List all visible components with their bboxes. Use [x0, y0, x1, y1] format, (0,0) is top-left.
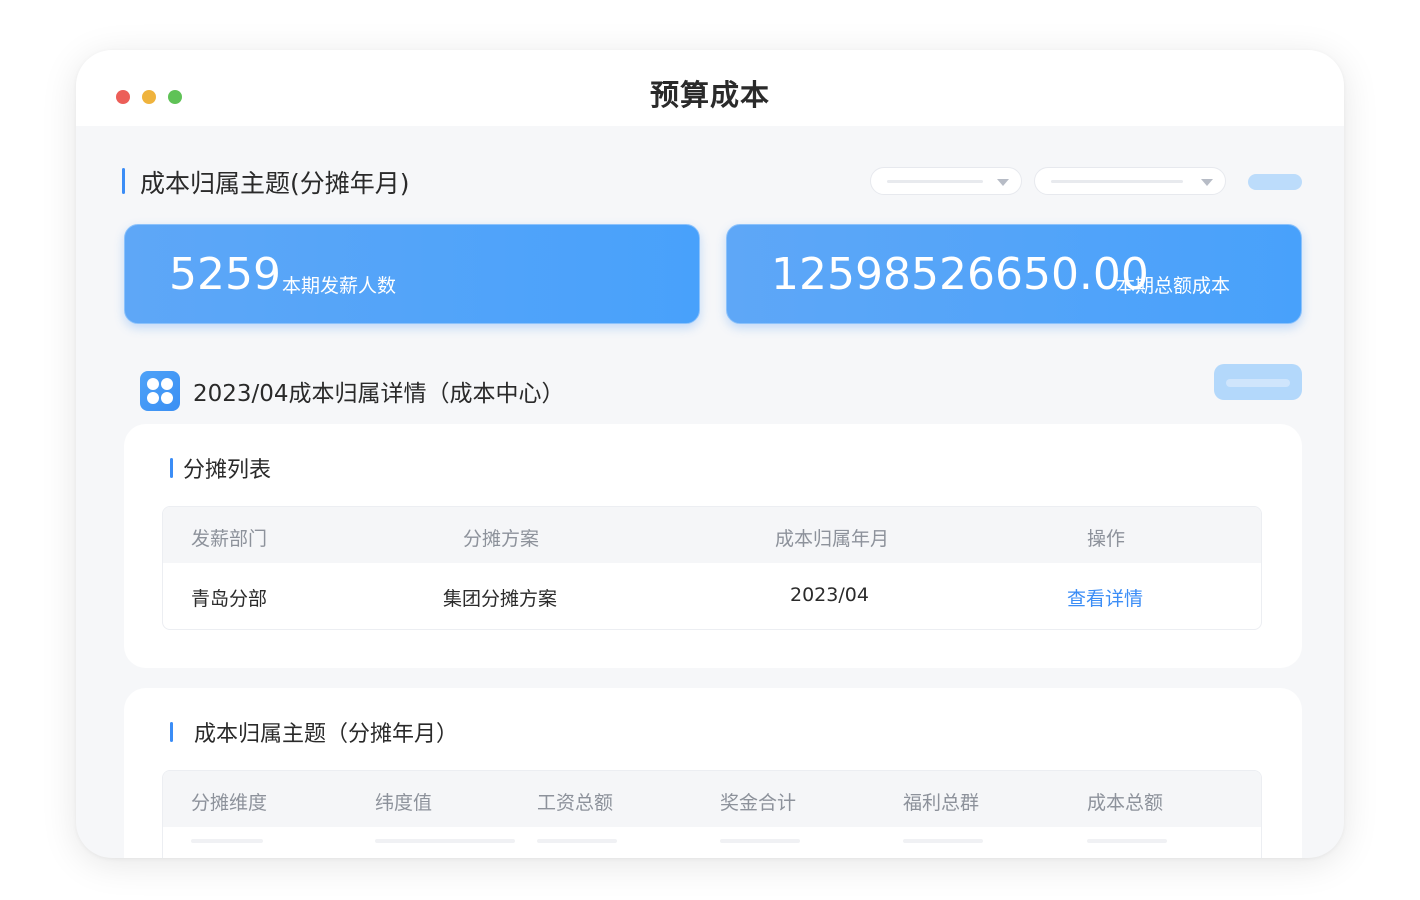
section-marker: [170, 458, 173, 478]
column-header: 工资总额: [537, 792, 614, 814]
filter-select-1[interactable]: [870, 167, 1022, 195]
table-row: [163, 833, 1261, 858]
window-title: 预算成本: [649, 78, 770, 112]
attribution-title: 成本归属主题（分摊年月）: [194, 722, 459, 747]
kpi-label: 本期总额成本: [1116, 275, 1231, 297]
cell-department: 青岛分部: [191, 588, 268, 610]
allocation-table: 发薪部门 分摊方案 成本归属年月 操作 青岛分部 集团分摊方案 2023/04 …: [162, 506, 1262, 630]
view-details-link[interactable]: 查看详情: [1067, 584, 1143, 611]
detail-title: 2023/04成本归属详情（成本中心）: [193, 381, 565, 407]
filter-placeholder: [887, 180, 983, 183]
column-header: 成本归属年月: [775, 528, 890, 550]
attribution-card: 成本归属主题（分摊年月） 分摊维度 纬度值 工资总额 奖金合计 福利总群 成本总…: [124, 688, 1302, 858]
column-header: 分摊方案: [463, 528, 540, 550]
cell-scheme: 集团分摊方案: [443, 588, 558, 610]
column-header: 分摊维度: [191, 792, 268, 814]
column-header: 成本总额: [1087, 792, 1164, 814]
kpi-card-headcount: 5259 本期发薪人数: [124, 224, 700, 324]
section-marker: [170, 722, 173, 742]
kpi-label: 本期发薪人数: [282, 275, 397, 297]
app-window: 预算成本 成本归属主题(分摊年月) 5259 本期发薪人数 1259852665…: [76, 50, 1344, 858]
table-header: 分摊维度 纬度值 工资总额 奖金合计 福利总群 成本总额: [163, 771, 1261, 827]
kpi-card-total-cost: 12598526650.00 本期总额成本: [726, 224, 1302, 324]
table-row: 青岛分部 集团分摊方案 2023/04 查看详情: [163, 563, 1261, 629]
attribution-table: 分摊维度 纬度值 工资总额 奖金合计 福利总群 成本总额: [162, 770, 1262, 858]
filter-select-2[interactable]: [1034, 167, 1226, 195]
section-marker: [122, 168, 125, 194]
table-header: 发薪部门 分摊方案 成本归属年月 操作: [163, 507, 1261, 563]
column-header: 纬度值: [375, 792, 433, 814]
chevron-down-icon: [997, 179, 1009, 186]
section-title: 成本归属主题(分摊年月): [140, 169, 410, 198]
button-placeholder: [1226, 379, 1290, 387]
column-header: 奖金合计: [720, 792, 797, 814]
column-header: 发薪部门: [191, 528, 268, 550]
clover-grid-icon: [140, 371, 180, 411]
column-header: 福利总群: [903, 792, 980, 814]
allocation-list-card: 分摊列表 发薪部门 分摊方案 成本归属年月 操作 青岛分部 集团分摊方案 202…: [124, 424, 1302, 668]
kpi-value: 12598526650.00: [771, 249, 1149, 300]
title-bar: 预算成本: [76, 50, 1344, 126]
filter-placeholder: [1051, 180, 1183, 183]
allocation-list-title: 分摊列表: [183, 458, 272, 483]
kpi-value: 5259: [169, 249, 281, 300]
export-button[interactable]: [1214, 364, 1302, 400]
cell-month: 2023/04: [790, 584, 869, 606]
query-button[interactable]: [1248, 174, 1302, 190]
column-header: 操作: [1087, 528, 1126, 550]
chevron-down-icon: [1201, 179, 1213, 186]
